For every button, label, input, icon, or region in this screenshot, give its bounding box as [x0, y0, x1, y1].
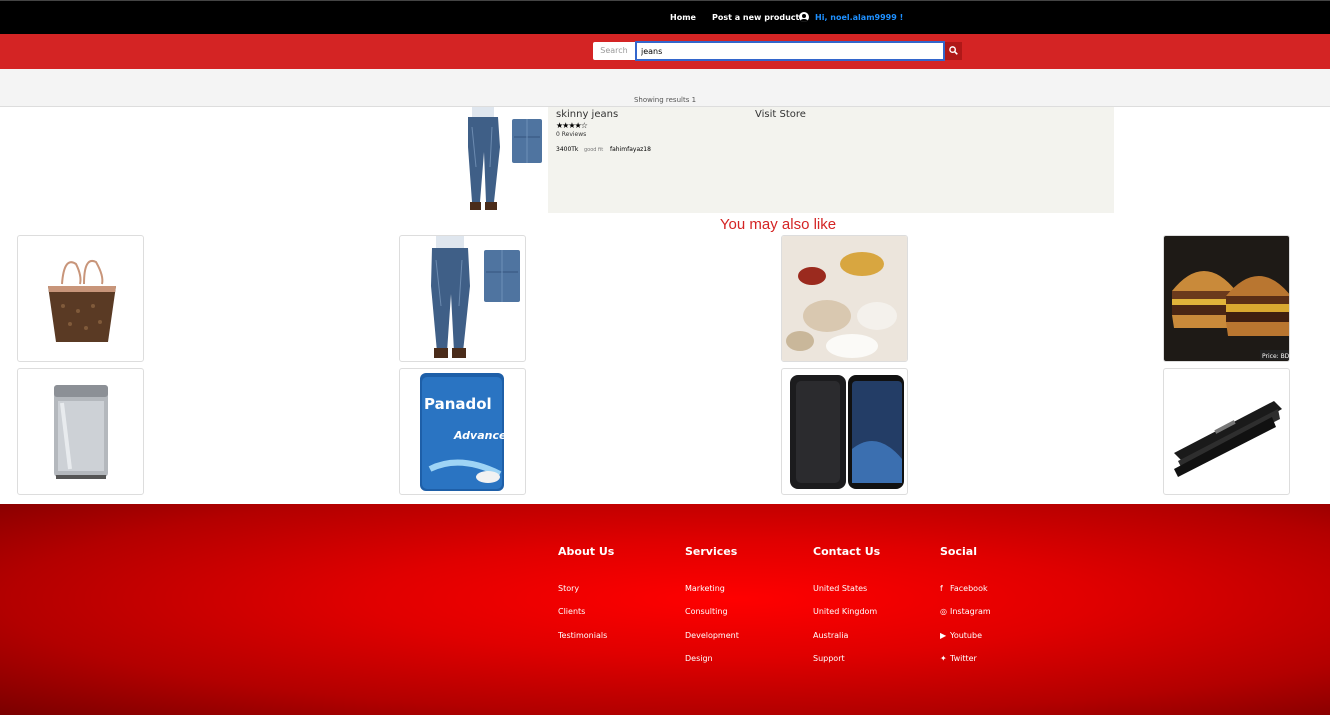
- nav-home-link[interactable]: Home: [670, 13, 696, 22]
- rating-stars: ★★★★☆: [556, 121, 588, 130]
- top-navbar: Home Post a new product Hi, noel.alam999…: [0, 0, 1330, 34]
- footer-link-clients[interactable]: Clients: [558, 607, 585, 616]
- footer-link-marketing[interactable]: Marketing: [685, 584, 725, 593]
- user-icon: [799, 12, 809, 22]
- footer-about-title: About Us: [558, 545, 615, 558]
- instagram-label: Instagram: [950, 607, 991, 616]
- footer-link-united-states[interactable]: United States: [813, 584, 867, 593]
- review-count: 0 Reviews: [556, 131, 587, 138]
- svg-text:Panadol: Panadol: [424, 395, 492, 413]
- recommendation-tile-handbag[interactable]: [17, 235, 144, 362]
- recommendation-tile-jeans[interactable]: [399, 235, 526, 362]
- recommendation-tile-phone[interactable]: [781, 368, 908, 495]
- seller-name[interactable]: fahimfayaz18: [610, 146, 651, 153]
- results-count: Showing results 1: [633, 96, 697, 104]
- nav-post-product-link[interactable]: Post a new product: [712, 13, 799, 22]
- product-image[interactable]: [442, 107, 548, 213]
- product-result-card: skinny jeans ★★★★☆ 0 Reviews 3400Tk good…: [442, 107, 1114, 213]
- twitter-label: Twitter: [950, 654, 977, 663]
- footer-link-consulting[interactable]: Consulting: [685, 607, 728, 616]
- footer-link-design[interactable]: Design: [685, 654, 713, 663]
- recommendation-tile-burger[interactable]: Price: BDT 2: [1163, 235, 1290, 362]
- footer-link-development[interactable]: Development: [685, 631, 739, 640]
- footer-link-testimonials[interactable]: Testimonials: [558, 631, 607, 640]
- footer-link-facebook[interactable]: f Facebook: [940, 584, 988, 593]
- results-header: Showing results 1: [0, 69, 1330, 107]
- recommendations-title: You may also like: [719, 216, 837, 233]
- site-footer: About Us Story Clients Testimonials Serv…: [0, 504, 1330, 715]
- footer-link-australia[interactable]: Australia: [813, 631, 848, 640]
- search-button[interactable]: [945, 42, 962, 60]
- youtube-icon: ▶: [940, 631, 947, 640]
- recommendation-tile-stapler[interactable]: [1163, 368, 1290, 495]
- search-icon: [949, 46, 958, 55]
- twitter-icon: ✦: [940, 654, 947, 663]
- search-input[interactable]: [635, 41, 945, 61]
- product-price: 3400Tk: [556, 146, 579, 153]
- user-greeting-link[interactable]: Hi, noel.alam9999 !: [815, 13, 903, 22]
- facebook-icon: f: [940, 584, 943, 593]
- footer-services-title: Services: [685, 545, 738, 558]
- footer-link-twitter[interactable]: ✦ Twitter: [940, 654, 977, 663]
- footer-link-youtube[interactable]: ▶ Youtube: [940, 631, 982, 640]
- footer-link-united-kingdom[interactable]: United Kingdom: [813, 607, 877, 616]
- product-tag: good fit: [584, 147, 604, 153]
- footer-contact-title: Contact Us: [813, 545, 881, 558]
- visit-store-link[interactable]: Visit Store: [755, 109, 806, 120]
- footer-link-support[interactable]: Support: [813, 654, 845, 663]
- instagram-icon: ◎: [940, 607, 947, 616]
- footer-social-title: Social: [940, 545, 977, 558]
- recommendations-header: You may also like: [0, 214, 1330, 233]
- footer-link-instagram[interactable]: ◎ Instagram: [940, 607, 991, 616]
- recommendation-tile-panadol[interactable]: Panadol Advance: [399, 368, 526, 495]
- recommendation-tile-pills[interactable]: [781, 235, 908, 362]
- footer-link-story[interactable]: Story: [558, 584, 579, 593]
- svg-text:Advance: Advance: [453, 429, 507, 442]
- search-label: Search: [593, 42, 635, 60]
- recommendation-tile-washing-machine[interactable]: [17, 368, 144, 495]
- svg-text:Price: BDT 2: Price: BDT 2: [1262, 353, 1290, 360]
- facebook-label: Facebook: [950, 584, 988, 593]
- youtube-label: Youtube: [950, 631, 982, 640]
- product-title[interactable]: skinny jeans: [556, 109, 618, 120]
